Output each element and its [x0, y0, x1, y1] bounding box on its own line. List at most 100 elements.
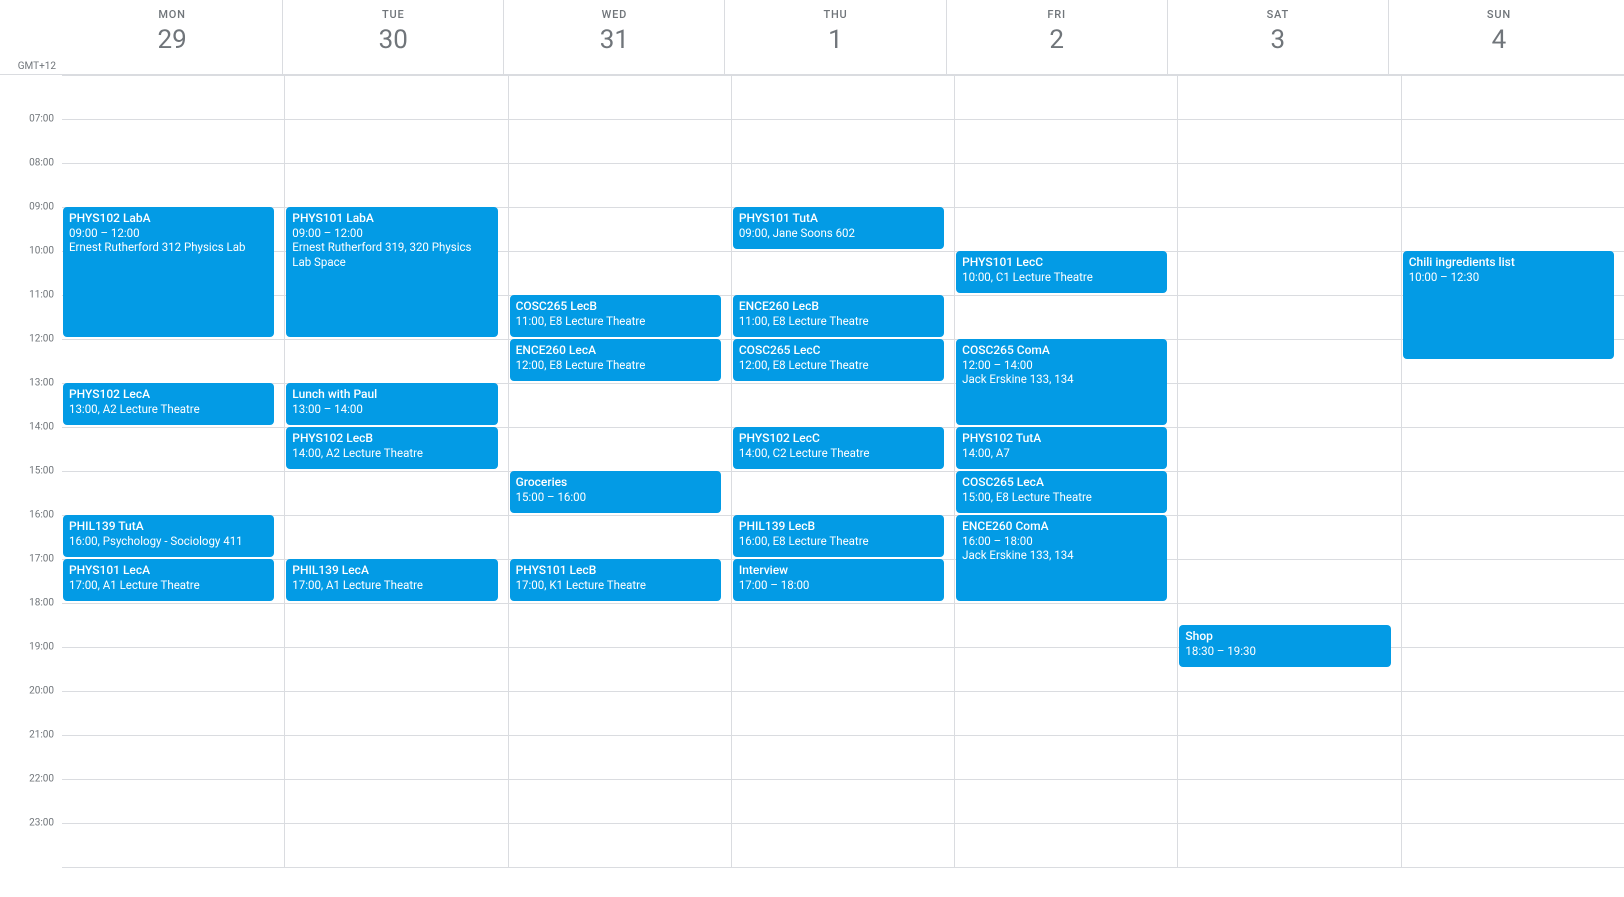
- time-label: 23:00: [29, 818, 54, 829]
- day-column[interactable]: PHYS101 LecC10:00, C1 Lecture Theatre COS…: [954, 75, 1177, 867]
- day-number: 3: [1168, 25, 1388, 55]
- event-time: 17:00, A1 Lecture Theatre: [69, 578, 268, 592]
- calendar-event[interactable]: PHIL139 TutA16:00, Psychology - Sociolog…: [63, 515, 274, 557]
- calendar-event[interactable]: COSC265 LecA15:00, E8 Lecture Theatre: [956, 471, 1167, 513]
- event-title: PHYS102 LecC: [739, 431, 938, 446]
- calendar-event[interactable]: PHYS102 TutA14:00, A7: [956, 427, 1167, 469]
- day-column[interactable]: COSC265 LecB11:00, E8 Lecture TheatreENC…: [508, 75, 731, 867]
- event-title: COSC265 LecC: [739, 343, 938, 358]
- day-column[interactable]: PHYS101 LabA09:00 – 12:00Ernest Rutherfo…: [284, 75, 507, 867]
- event-time: 16:00, E8 Lecture Theatre: [739, 534, 938, 548]
- calendar-event[interactable]: PHYS102 LecB14:00, A2 Lecture Theatre: [286, 427, 497, 469]
- day-column[interactable]: PHYS102 LabA09:00 – 12:00Ernest Rutherfo…: [62, 75, 284, 867]
- event-time: 15:00, E8 Lecture Theatre: [962, 490, 1161, 504]
- event-time: 14:00, A2 Lecture Theatre: [292, 446, 491, 460]
- scrollbar-spacer: [1609, 0, 1624, 74]
- calendar-event[interactable]: Lunch with Paul13:00 – 14:00: [286, 383, 497, 425]
- time-label: 18:00: [29, 598, 54, 609]
- event-time: 11:00, E8 Lecture Theatre: [739, 314, 938, 328]
- event-time: 12:00 – 14:00: [962, 358, 1161, 372]
- event-title: PHYS101 LecC: [962, 255, 1161, 270]
- calendar-event[interactable]: Interview17:00 – 18:00: [733, 559, 944, 601]
- calendar-event[interactable]: ENCE260 LecB11:00, E8 Lecture Theatre: [733, 295, 944, 337]
- event-time: 16:00, Psychology - Sociology 411: [69, 534, 268, 548]
- event-time: 12:00, E8 Lecture Theatre: [516, 358, 715, 372]
- calendar-event[interactable]: PHYS102 LecC14:00, C2 Lecture Theatre: [733, 427, 944, 469]
- calendar-event[interactable]: Groceries15:00 – 16:00: [510, 471, 721, 513]
- event-title: Groceries: [516, 475, 715, 490]
- event-title: PHYS101 LecA: [69, 563, 268, 578]
- calendar-event[interactable]: PHYS101 TutA09:00, Jane Soons 602: [733, 207, 944, 249]
- event-location: Jack Erskine 133, 134: [962, 372, 1161, 386]
- day-header[interactable]: THU1: [724, 0, 945, 74]
- day-number: 30: [283, 25, 503, 55]
- time-label: 19:00: [29, 642, 54, 653]
- calendar-event[interactable]: PHYS101 LecB17:00, K1 Lecture Theatre: [510, 559, 721, 601]
- event-title: ENCE260 LecA: [516, 343, 715, 358]
- day-header[interactable]: WED31: [503, 0, 724, 74]
- time-label: 08:00: [29, 158, 54, 169]
- day-column[interactable]: Chili ingredients list10:00 – 12:30: [1401, 75, 1624, 867]
- event-time: 17:00, K1 Lecture Theatre: [516, 578, 715, 592]
- day-header[interactable]: SUN4: [1388, 0, 1609, 74]
- calendar-event[interactable]: Shop18:30 – 19:30: [1179, 625, 1390, 667]
- time-gutter: 07:0008:0009:0010:0011:0012:0013:0014:00…: [0, 75, 62, 867]
- calendar-event[interactable]: PHYS102 LabA09:00 – 12:00Ernest Rutherfo…: [63, 207, 274, 337]
- event-title: PHYS101 TutA: [739, 211, 938, 226]
- time-label: 11:00: [29, 290, 54, 301]
- calendar-body: 07:0008:0009:0010:0011:0012:0013:0014:00…: [0, 75, 1624, 897]
- calendar-event[interactable]: PHIL139 LecB16:00, E8 Lecture Theatre: [733, 515, 944, 557]
- time-label: 07:00: [29, 114, 54, 125]
- event-title: Lunch with Paul: [292, 387, 491, 402]
- event-title: COSC265 LecA: [962, 475, 1161, 490]
- event-time: 15:00 – 16:00: [516, 490, 715, 504]
- event-time: 10:00, C1 Lecture Theatre: [962, 270, 1161, 284]
- event-time: 17:00 – 18:00: [739, 578, 938, 592]
- day-number: 31: [504, 25, 724, 55]
- hour-line: [62, 867, 1624, 868]
- calendar-event[interactable]: PHYS101 LabA09:00 – 12:00Ernest Rutherfo…: [286, 207, 497, 337]
- event-title: Shop: [1185, 629, 1384, 644]
- calendar-event[interactable]: PHYS101 LecC10:00, C1 Lecture Theatre: [956, 251, 1167, 293]
- day-number: 4: [1389, 25, 1609, 55]
- day-number: 1: [725, 25, 945, 55]
- day-header[interactable]: FRI2: [946, 0, 1167, 74]
- time-label: 14:00: [29, 422, 54, 433]
- day-header[interactable]: TUE30: [282, 0, 503, 74]
- calendar-event[interactable]: PHYS102 LecA13:00, A2 Lecture Theatre: [63, 383, 274, 425]
- calendar-grid-scroll[interactable]: PHYS102 LabA09:00 – 12:00Ernest Rutherfo…: [62, 75, 1624, 897]
- event-time: 09:00 – 12:00: [69, 226, 268, 240]
- event-title: PHIL139 LecA: [292, 563, 491, 578]
- event-title: Chili ingredients list: [1409, 255, 1608, 270]
- time-label: 15:00: [29, 466, 54, 477]
- event-time: 13:00 – 14:00: [292, 402, 491, 416]
- calendar-event[interactable]: COSC265 ComA12:00 – 14:00Jack Erskine 13…: [956, 339, 1167, 425]
- day-header[interactable]: SAT3: [1167, 0, 1388, 74]
- day-header[interactable]: MON29: [62, 0, 282, 74]
- calendar-event[interactable]: ENCE260 LecA12:00, E8 Lecture Theatre: [510, 339, 721, 381]
- day-abbr: FRI: [947, 8, 1167, 21]
- calendar-event[interactable]: COSC265 LecB11:00, E8 Lecture Theatre: [510, 295, 721, 337]
- event-title: COSC265 LecB: [516, 299, 715, 314]
- day-column[interactable]: PHYS101 TutA09:00, Jane Soons 602 ENCE260…: [731, 75, 954, 867]
- time-label: 10:00: [29, 246, 54, 257]
- time-label: 13:00: [29, 378, 54, 389]
- calendar-event[interactable]: ENCE260 ComA16:00 – 18:00Jack Erskine 13…: [956, 515, 1167, 601]
- event-title: PHYS102 TutA: [962, 431, 1161, 446]
- event-title: PHYS102 LecA: [69, 387, 268, 402]
- event-time: 14:00, A7: [962, 446, 1161, 460]
- event-location: Jack Erskine 133, 134: [962, 548, 1161, 562]
- event-time: 09:00, Jane Soons 602: [739, 226, 938, 240]
- calendar-event[interactable]: COSC265 LecC12:00, E8 Lecture Theatre: [733, 339, 944, 381]
- day-column[interactable]: Shop18:30 – 19:30: [1177, 75, 1400, 867]
- event-title: PHYS102 LabA: [69, 211, 268, 226]
- event-title: COSC265 ComA: [962, 343, 1161, 358]
- event-title: ENCE260 LecB: [739, 299, 938, 314]
- event-title: PHIL139 TutA: [69, 519, 268, 534]
- event-time: 09:00 – 12:00: [292, 226, 491, 240]
- calendar-event[interactable]: PHYS101 LecA17:00, A1 Lecture Theatre: [63, 559, 274, 601]
- calendar-event[interactable]: PHIL139 LecA17:00, A1 Lecture Theatre: [286, 559, 497, 601]
- calendar-event[interactable]: Chili ingredients list10:00 – 12:30: [1403, 251, 1614, 359]
- event-title: PHYS101 LecB: [516, 563, 715, 578]
- event-title: PHYS101 LabA: [292, 211, 491, 226]
